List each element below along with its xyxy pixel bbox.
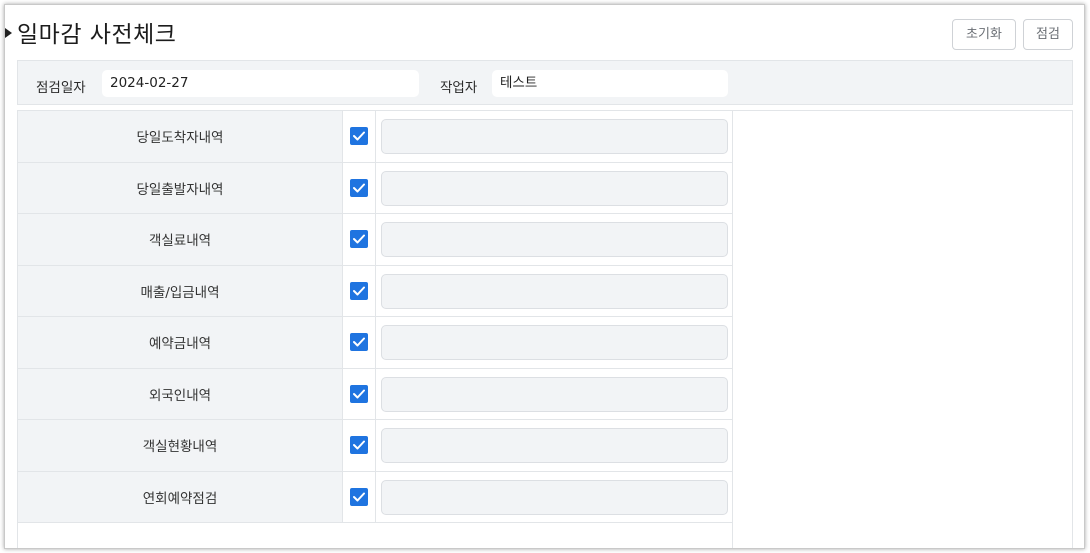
row-note-input[interactable] (381, 325, 728, 360)
page-title: 일마감 사전체크 (17, 22, 177, 48)
checklist-panel: 당일도착자내역 당일출발자내역 객실료내역 매출/입금내역 예약금내역 외국인내역 객실현황… (17, 110, 1073, 548)
worker-field[interactable]: 테스트 (492, 70, 728, 97)
date-label: 점검일자 (36, 80, 86, 96)
checkmark-icon (353, 492, 365, 502)
table-filler (18, 523, 732, 548)
table-row: 외국인내역 (18, 368, 732, 420)
checkbox-cell (343, 317, 376, 368)
checkbox-cell (343, 368, 376, 419)
row-label: 당일도착자내역 (18, 111, 343, 162)
checkmark-icon (353, 337, 365, 347)
table-row: 매출/입금내역 (18, 265, 732, 317)
checkmark-icon (353, 183, 365, 193)
checklist-table: 당일도착자내역 당일출발자내역 객실료내역 매출/입금내역 예약금내역 외국인내역 객실현황… (18, 111, 733, 548)
row-checkbox[interactable] (350, 281, 368, 300)
row-note-input[interactable] (381, 222, 728, 257)
reset-button[interactable]: 초기화 (952, 19, 1016, 50)
row-note-input[interactable] (381, 119, 728, 154)
row-label: 매출/입금내역 (18, 265, 343, 316)
checkbox-cell (343, 111, 376, 162)
row-label: 예약금내역 (18, 317, 343, 368)
check-button[interactable]: 점검 (1023, 19, 1073, 50)
row-note-input[interactable] (381, 376, 728, 412)
row-checkbox[interactable] (350, 333, 368, 352)
checkmark-icon (353, 131, 365, 141)
row-checkbox[interactable] (350, 230, 368, 249)
resize-handle-icon[interactable] (5, 25, 15, 41)
worker-label: 작업자 (440, 80, 478, 96)
date-field[interactable]: 2024-02-27 (102, 70, 419, 97)
checkbox-cell (343, 162, 376, 213)
table-row: 연회예약점검 (18, 471, 732, 523)
filter-bar: 점검일자 2024-02-27 작업자 테스트 (17, 60, 1073, 105)
row-checkbox[interactable] (350, 127, 368, 146)
row-label: 당일출발자내역 (18, 162, 343, 213)
checkmark-icon (353, 389, 365, 399)
checkbox-cell (343, 420, 376, 471)
window: 일마감 사전체크 초기화 점검 점검일자 2024-02-27 작업자 테스트 … (4, 4, 1085, 549)
table-row: 당일출발자내역 (18, 162, 732, 214)
row-label: 객실현황내역 (18, 420, 343, 471)
checkbox-cell (343, 214, 376, 265)
row-note-input[interactable] (381, 428, 728, 463)
row-label: 연회예약점검 (18, 471, 343, 522)
checkmark-icon (353, 286, 365, 296)
row-note-input[interactable] (381, 170, 728, 206)
row-label: 객실료내역 (18, 214, 343, 265)
checkbox-cell (343, 265, 376, 316)
row-checkbox[interactable] (350, 178, 368, 197)
row-note-input[interactable] (381, 273, 728, 309)
row-label: 외국인내역 (18, 368, 343, 419)
row-checkbox[interactable] (350, 436, 368, 455)
checkbox-cell (343, 471, 376, 522)
row-checkbox[interactable] (350, 487, 368, 506)
checkmark-icon (353, 440, 365, 450)
row-checkbox[interactable] (350, 384, 368, 403)
checkmark-icon (353, 234, 365, 244)
table-row: 당일도착자내역 (18, 111, 732, 163)
table-row: 예약금내역 (18, 317, 732, 369)
table-row: 객실료내역 (18, 214, 732, 266)
row-note-input[interactable] (381, 479, 728, 515)
table-row: 객실현황내역 (18, 420, 732, 472)
